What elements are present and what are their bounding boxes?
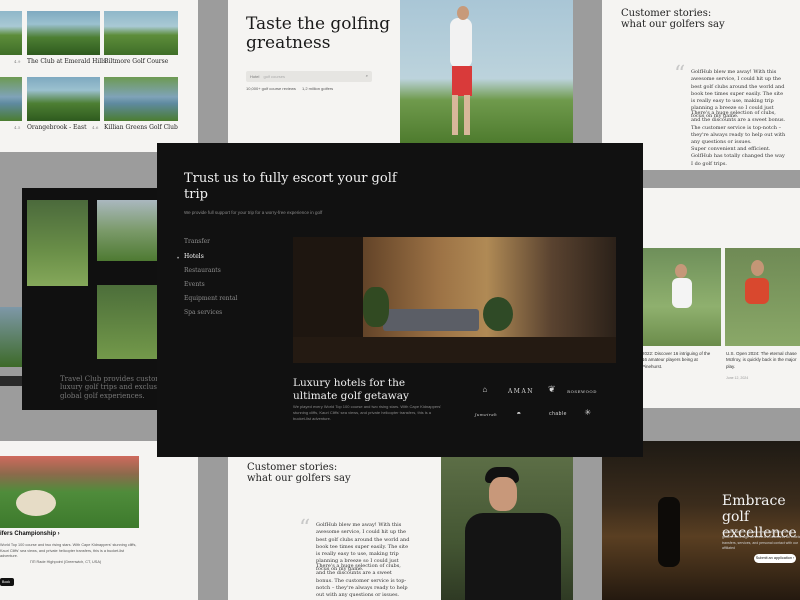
news-date: June 12, 2024 [726,376,749,380]
course-photo[interactable] [27,77,100,121]
course-photo[interactable] [27,11,100,55]
side-button[interactable] [0,376,22,386]
golfers-photo[interactable] [97,285,158,359]
news-photo[interactable] [642,248,721,346]
hotel-lobby-photo [293,237,616,363]
news-caption[interactable]: U.S. Open 2024: The eternal chase McIlro… [726,351,798,370]
hero-title: Taste the golfing greatness [246,14,391,53]
testimonial-paragraph: There's a huge selection of clubs, and t… [691,110,786,145]
search-placeholder: golf courses [263,74,286,79]
championship-title[interactable]: ifers Championship › [0,531,60,537]
course-rating: 4.5 [14,125,21,130]
leaf-logo: ❦ [547,384,557,394]
book-button[interactable]: Book [0,578,14,586]
golfer-photo[interactable] [27,200,88,286]
rosewood-logo: ROSEWOOD [567,389,597,394]
course-photo[interactable] [104,11,178,55]
menu-item-spa-services[interactable]: Spa services [184,309,222,316]
course-photo[interactable] [97,200,158,261]
testimonial-paragraph: Super convenient and efficient. GolfHub … [691,146,785,167]
travel-club-text: Travel Club provides custom luxury golf … [60,375,168,400]
jumeirah-logo: Jumeirah [474,412,498,417]
star-logo: ✳ [584,408,592,417]
stat-reviews: 10,000+ golf course reviews [246,86,296,91]
chable-logo: chable [549,411,567,417]
news-caption[interactable]: 2022: Discover 16 intriguing of the 16 a… [642,351,712,370]
section-text: We played every World Top 100 course and… [293,404,442,421]
course-rating: 4.6 [92,125,99,130]
course-name[interactable]: Biltmore Golf Course [104,58,168,65]
quote-icon: “ [299,516,311,541]
menu-item-transfer[interactable]: Transfer [184,238,210,245]
search-label: Hotel [250,74,260,79]
menu-item-equipment-rental[interactable]: Equipment rental [184,295,237,302]
modal-title: Trust us to fully escort your golf trip [184,171,397,202]
shell-logo: ◓ [516,409,522,418]
testimonial-heading: Customer stories: what our golfers say [247,462,351,484]
menu-item-events[interactable]: Events [184,281,205,288]
hotel-brand-logo: ⌂ [482,385,488,394]
menu-item-restaurants[interactable]: Restaurants [184,267,221,274]
submit-application-button[interactable]: Submit an application › [754,554,796,563]
course-photo[interactable] [104,77,178,121]
excellence-text: Join the largest global community of tra… [722,530,800,550]
search-icon[interactable]: ⌕ [366,73,368,78]
course-grid-card: The Club at Emerald Hills Biltmore Golf … [0,0,198,152]
course-name[interactable]: Orangebrook - East [27,124,86,131]
news-photo[interactable] [725,248,800,346]
championship-address: ΠΠ Rade Highpoint (Greenwich, CT, USA) [30,560,102,564]
course-rating: 4.9 [14,59,21,64]
testimonial-heading: Customer stories: what our golfers say [621,8,725,30]
aman-logo: AMAN [507,388,535,395]
search-input[interactable]: Hotel golf courses ⌕ [246,71,372,82]
section-title: Luxury hotels for the ultimate golf geta… [293,377,409,402]
course-name[interactable]: Killian Greens Golf Club [104,124,178,131]
golfer-portrait-photo [441,457,573,600]
championship-photo[interactable] [0,456,139,528]
active-indicator-icon: • [177,256,180,262]
championship-text: World Top 100 course and two rising star… [0,543,137,559]
course-name[interactable]: The Club at Emerald Hills [27,58,106,65]
modal-subtitle: We provide full support for your trip fo… [184,210,323,215]
course-photo[interactable] [0,77,22,121]
stat-golfers: 1,2 million golfers [302,86,334,91]
golfer-swing-photo [400,0,573,143]
testimonial-paragraph: There's a huge selection of clubs, and t… [316,563,408,598]
quote-icon: “ [674,62,686,87]
course-photo[interactable] [0,11,22,55]
course-photo[interactable] [0,307,22,367]
menu-item-hotels[interactable]: Hotels [184,253,204,260]
